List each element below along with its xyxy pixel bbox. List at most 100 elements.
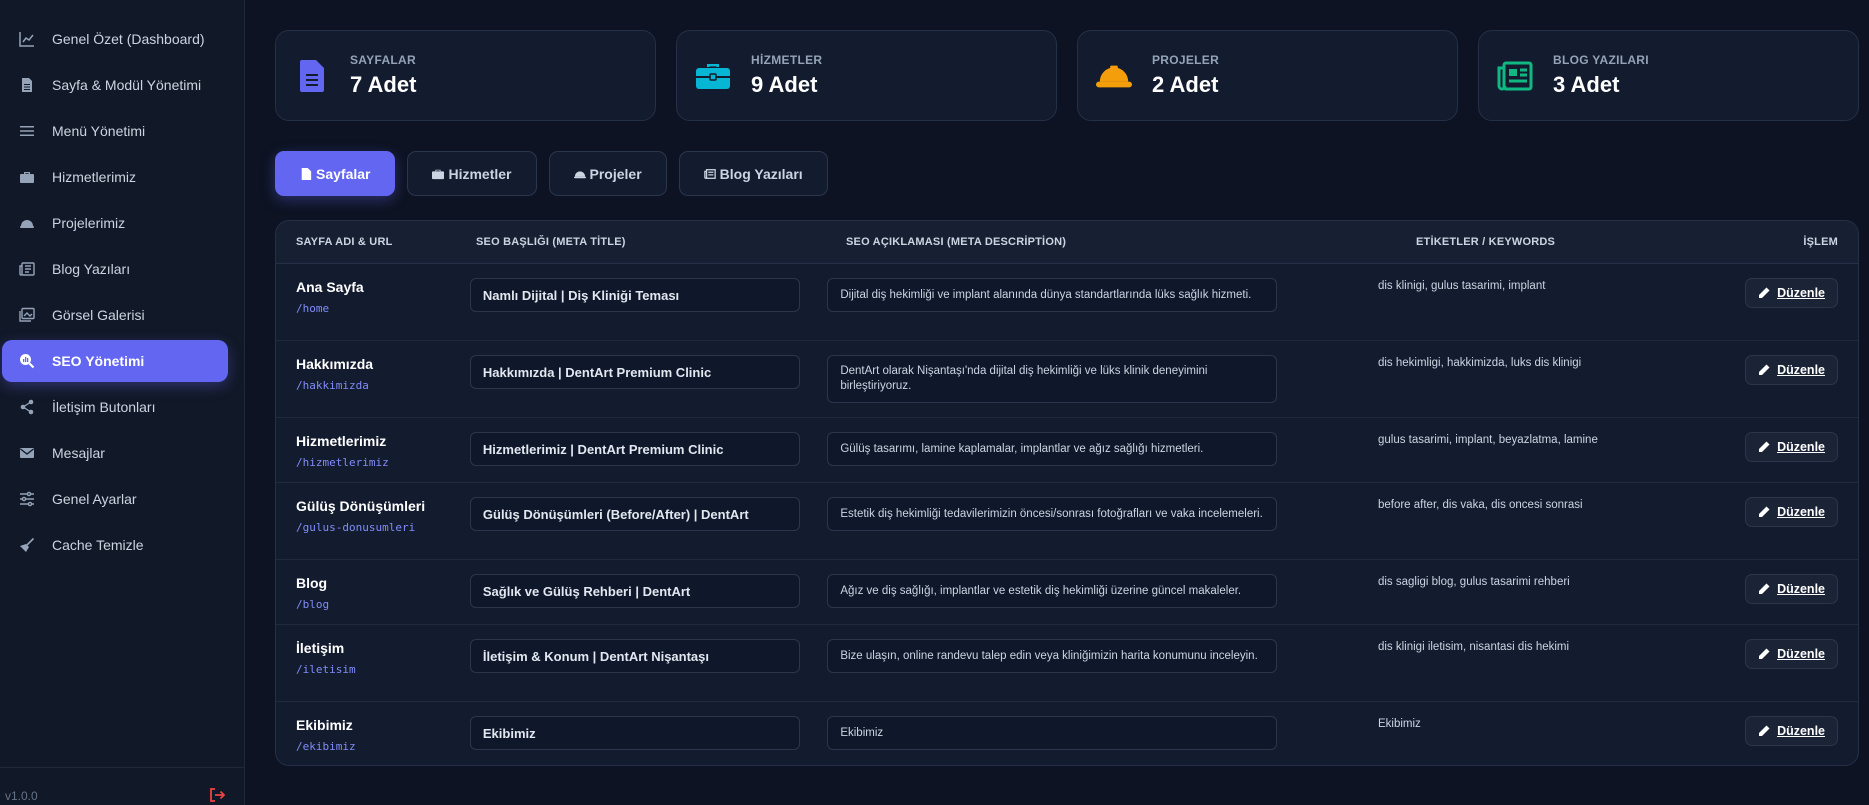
edit-button[interactable]: Düzenle xyxy=(1745,497,1838,527)
tab-projects[interactable]: Projeler xyxy=(548,151,667,196)
tab-blog[interactable]: Blog Yazıları xyxy=(678,151,828,196)
hardhat-icon xyxy=(1096,58,1132,94)
page-url: /blog xyxy=(296,598,330,611)
page-url: /hakkimizda xyxy=(296,379,369,392)
edit-button[interactable]: Düzenle xyxy=(1745,716,1838,746)
briefcase-icon xyxy=(18,168,36,186)
stat-value: 2 Adet xyxy=(1152,72,1219,97)
seo-title-field[interactable]: Gülüş Dönüşümleri (Before/After) | DentA… xyxy=(469,497,800,531)
seo-description-field[interactable]: Gülüş tasarımı, lamine kaplamalar, impla… xyxy=(827,432,1278,466)
page-name: Ekibimiz xyxy=(296,717,353,733)
edit-button[interactable]: Düzenle xyxy=(1745,278,1838,308)
seo-description-field[interactable]: Ağız ve diş sağlığı, implantlar ve estet… xyxy=(827,574,1278,608)
bars-icon xyxy=(18,122,36,140)
header-page: SAYFA ADI & URL xyxy=(296,236,393,248)
sidebar-item-blog[interactable]: Blog Yazıları xyxy=(2,248,228,290)
edit-label: Düzenle xyxy=(1777,286,1825,300)
pencil-icon xyxy=(1759,364,1770,375)
seo-table: SAYFA ADI & URL SEO BAŞLIĞI (META TİTLE)… xyxy=(275,220,1859,766)
seo-title-field[interactable]: Hakkımızda | DentArt Premium Clinic xyxy=(469,355,800,389)
sidebar-item-label: Projelerimiz xyxy=(52,215,126,231)
table-row: Hakkımızda/hakkimizda Hakkımızda | DentA… xyxy=(276,341,1858,418)
sidebar-item-contact-buttons[interactable]: İletişim Butonları xyxy=(2,386,228,428)
page-url: /hizmetlerimiz xyxy=(296,456,389,469)
sidebar-item-seo[interactable]: SEO Yönetimi xyxy=(2,340,228,382)
chart-line-icon xyxy=(18,30,36,48)
seo-title-field[interactable]: İletişim & Konum | DentArt Nişantaşı xyxy=(469,639,800,673)
keywords-text: gulus tasarimi, implant, beyazlatma, lam… xyxy=(1377,434,1598,446)
sidebar-item-dashboard[interactable]: Genel Özet (Dashboard) xyxy=(2,18,228,60)
seo-title-field[interactable]: Hizmetlerimiz | DentArt Premium Clinic xyxy=(469,432,800,466)
keywords-text: dis klinigi, gulus tasarimi, implant xyxy=(1377,280,1546,292)
keywords-text: before after, dis vaka, dis oncesi sonra… xyxy=(1377,499,1583,511)
pencil-icon xyxy=(1759,287,1770,298)
tab-label: Projeler xyxy=(589,165,642,182)
pencil-icon xyxy=(1759,441,1770,452)
sidebar-item-label: Cache Temizle xyxy=(52,537,144,553)
seo-title-field[interactable]: Ekibimiz xyxy=(469,716,800,750)
seo-description-field[interactable]: Ekibimiz xyxy=(827,716,1278,750)
seo-description-field[interactable]: Estetik diş hekimliği tedavilerimizin ön… xyxy=(827,497,1278,531)
sidebar-item-messages[interactable]: Mesajlar xyxy=(2,432,228,474)
page-url: /gulus-donusumleri xyxy=(296,521,416,534)
version-label: v1.0.0 xyxy=(5,789,38,803)
stat-card-projects: PROJELER 2 Adet xyxy=(1077,30,1458,121)
stat-card-pages: SAYFALAR 7 Adet xyxy=(275,30,656,121)
sidebar-item-label: Görsel Galerisi xyxy=(52,307,145,323)
seo-title-field[interactable]: Sağlık ve Gülüş Rehberi | DentArt xyxy=(469,574,800,608)
sidebar-item-cache[interactable]: Cache Temizle xyxy=(2,524,228,566)
seo-description-field[interactable]: DentArt olarak Nişantaşı'nda dijital diş… xyxy=(827,355,1278,403)
seo-description-field[interactable]: Dijital diş hekimliği ve implant alanınd… xyxy=(827,278,1278,312)
header-seo-title: SEO BAŞLIĞI (META TİTLE) xyxy=(476,236,626,248)
seo-description-field[interactable]: Bize ulaşın, online randevu talep edin v… xyxy=(827,639,1278,673)
file-icon xyxy=(18,76,36,94)
edit-button[interactable]: Düzenle xyxy=(1745,639,1838,669)
tab-services[interactable]: Hizmetler xyxy=(407,151,537,196)
sidebar-nav: Genel Özet (Dashboard) Sayfa & Modül Yön… xyxy=(0,0,244,566)
stat-card-services: HİZMETLER 9 Adet xyxy=(676,30,1057,121)
sidebar-item-services[interactable]: Hizmetlerimiz xyxy=(2,156,228,198)
briefcase-icon xyxy=(432,169,445,179)
edit-button[interactable]: Düzenle xyxy=(1745,432,1838,462)
page-name: İletişim xyxy=(296,640,345,656)
edit-label: Düzenle xyxy=(1777,440,1825,454)
main-content: SAYFALAR 7 Adet HİZMETLER 9 Adet PROJELE… xyxy=(245,0,1869,805)
table-row: Gülüş Dönüşümleri/gulus-donusumleri Gülü… xyxy=(276,483,1858,560)
page-name: Ana Sayfa xyxy=(296,279,364,295)
logout-icon[interactable] xyxy=(209,787,226,803)
sidebar-item-gallery[interactable]: Görsel Galerisi xyxy=(2,294,228,336)
tab-pages[interactable]: Sayfalar xyxy=(275,151,396,196)
edit-label: Düzenle xyxy=(1777,647,1825,661)
sidebar-item-label: Genel Özet (Dashboard) xyxy=(52,31,205,47)
sidebar-footer: v1.0.0 xyxy=(0,767,245,805)
sidebar-item-pages[interactable]: Sayfa & Modül Yönetimi xyxy=(2,64,228,106)
stat-label: HİZMETLER xyxy=(751,53,823,67)
file-icon xyxy=(301,167,312,180)
seo-title-field[interactable]: Namlı Dijital | Diş Kliniği Teması xyxy=(469,278,800,312)
edit-label: Düzenle xyxy=(1777,724,1825,738)
header-keywords: ETİKETLER / KEYWORDS xyxy=(1416,236,1556,248)
stat-value: 9 Adet xyxy=(751,72,818,97)
stat-card-blog: BLOG YAZILARI 3 Adet xyxy=(1478,30,1859,121)
page-url: /iletisim xyxy=(296,663,356,676)
sidebar-item-label: Genel Ayarlar xyxy=(52,491,137,507)
newspaper-icon xyxy=(703,168,716,179)
page-name: Hizmetlerimiz xyxy=(296,433,387,449)
sidebar: Genel Özet (Dashboard) Sayfa & Modül Yön… xyxy=(0,0,245,805)
keywords-text: dis hekimligi, hakkimizda, luks dis klin… xyxy=(1377,357,1582,369)
sidebar-item-projects[interactable]: Projelerimiz xyxy=(2,202,228,244)
sliders-icon xyxy=(18,490,36,508)
sidebar-item-label: SEO Yönetimi xyxy=(52,353,145,369)
sidebar-item-label: Sayfa & Modül Yönetimi xyxy=(52,77,202,93)
stat-value: 7 Adet xyxy=(350,72,417,97)
pencil-icon xyxy=(1759,725,1770,736)
edit-button[interactable]: Düzenle xyxy=(1745,574,1838,604)
page-name: Hakkımızda xyxy=(296,356,374,372)
sidebar-item-settings[interactable]: Genel Ayarlar xyxy=(2,478,228,520)
stat-label: BLOG YAZILARI xyxy=(1553,53,1649,67)
sidebar-item-menu[interactable]: Menü Yönetimi xyxy=(2,110,228,152)
edit-button[interactable]: Düzenle xyxy=(1745,355,1838,385)
table-row: Ana Sayfa/home Namlı Dijital | Diş Klini… xyxy=(276,264,1858,341)
tab-label: Hizmetler xyxy=(448,165,512,182)
briefcase-icon xyxy=(695,58,731,94)
